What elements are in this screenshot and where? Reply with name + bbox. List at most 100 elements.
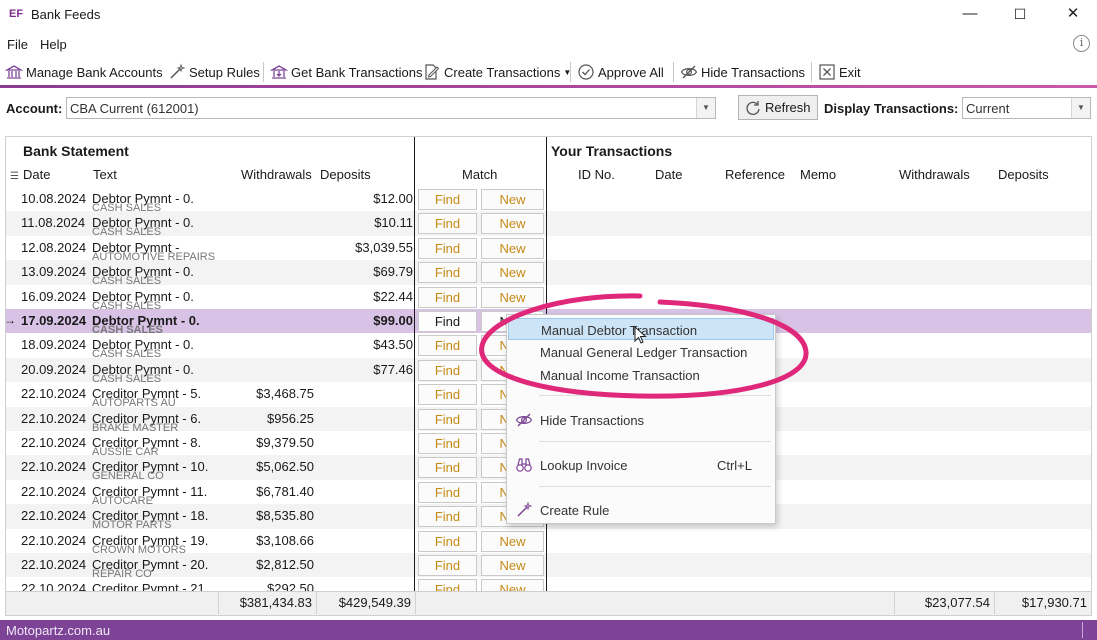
table-row[interactable]: 22.10.2024 Creditor Pymnt - 20. REPAIR CO $… [6,553,1091,580]
find-button[interactable]: Find [418,286,477,308]
toolbar-separator [673,62,674,82]
table-row[interactable]: 10.08.2024 Debtor Pymnt - 0. CASH SALES $12… [6,187,1091,214]
menu-item-label: Create Rule [540,503,610,518]
column-chooser-icon[interactable]: ☰ [10,171,19,182]
display-transactions-select[interactable]: Current ▼ [962,97,1091,119]
menu-item-label: Manual Income Transaction [540,368,700,383]
section-divider [414,137,415,591]
toolbar-separator [570,62,571,82]
find-button[interactable]: Find [418,457,477,479]
hide-transactions-label: Hide Transactions [701,64,806,80]
cell-withdrawals: $3,468.75 [256,386,314,402]
cell-deposits: $99.00 [373,313,413,328]
display-transactions-label: Display Transactions: [824,101,959,116]
approve-all-button[interactable]: Approve All [577,61,664,83]
header-withdrawals[interactable]: Withdrawals [241,167,312,182]
table-row[interactable]: 22.10.2024 Creditor Pymnt - 19. CROWN MOTO… [6,529,1091,556]
cell-deposits: $43.50 [373,337,413,353]
header-your-date[interactable]: Date [655,167,682,182]
new-button[interactable]: New [481,555,544,576]
menu-help[interactable]: Help [40,37,67,52]
cell-withdrawals: $3,108.66 [256,532,314,548]
cell-date: 22.10.2024 [21,435,87,450]
new-button[interactable]: New [481,237,544,259]
cell-date: 16.09.2024 [21,288,87,304]
minimize-button[interactable]: — [947,2,993,28]
refresh-label: Refresh [765,100,811,115]
header-memo[interactable]: Memo [800,167,836,182]
find-button[interactable]: Find [418,335,477,357]
new-button[interactable]: New [481,213,544,235]
close-box-icon [819,64,835,80]
cell-date: 12.08.2024 [21,239,87,255]
table-row[interactable]: 11.08.2024 Debtor Pymnt - 0. CASH SALES $10… [6,211,1091,238]
menu-create-rule[interactable]: Create Rule [508,499,774,521]
find-button[interactable]: Find [418,555,477,576]
find-button[interactable]: Find [418,506,477,528]
table-row[interactable]: 13.09.2024 Debtor Pymnt - 0. CASH SALES $69… [6,260,1091,287]
check-circle-icon [578,64,594,80]
close-button[interactable]: ✕ [1050,2,1096,28]
find-button[interactable]: Find [418,213,477,235]
menu-file[interactable]: File [7,37,28,52]
new-button[interactable]: New [481,286,544,308]
table-row[interactable]: 16.09.2024 Debtor Pymnt - 0. CASH SALES $22… [6,285,1091,312]
chevron-down-icon[interactable]: ▼ [1071,98,1090,118]
refresh-button[interactable]: Refresh [738,95,818,120]
header-deposits[interactable]: Deposits [320,167,371,182]
find-button[interactable]: Find [418,481,477,503]
binoculars-icon [516,458,532,472]
menu-manual-income-transaction[interactable]: Manual Income Transaction [508,364,774,386]
find-button[interactable]: Find [418,359,477,381]
maximize-button[interactable]: ☐ [997,2,1043,28]
header-id-no[interactable]: ID No. [578,167,615,182]
menu-item-label: Manual General Ledger Transaction [540,345,748,360]
get-bank-transactions-label: Get Bank Transactions [291,64,423,80]
header-date[interactable]: Date [23,167,50,182]
cell-withdrawals: $8,535.80 [256,508,314,524]
get-bank-transactions-button[interactable]: Get Bank Transactions [270,61,423,83]
menu-item-label: Manual Debtor Transaction [541,323,698,338]
cell-date: 22.10.2024 [21,459,87,475]
find-button[interactable]: Find [418,530,477,552]
menu-manual-general-ledger-transaction[interactable]: Manual General Ledger Transaction [508,341,774,363]
info-icon[interactable]: i [1073,35,1090,52]
cell-date: 17.09.2024 [21,313,87,328]
new-button[interactable]: New [481,530,544,552]
find-button[interactable]: Find [418,408,477,430]
find-button[interactable]: Find [418,433,477,454]
table-row[interactable]: 12.08.2024 Debtor Pymnt - AUTOMOTIVE REPAI… [6,236,1091,263]
find-button[interactable]: Find [418,262,477,284]
cell-date: 13.09.2024 [21,264,87,280]
new-button[interactable]: New [481,189,544,210]
manage-bank-accounts-button[interactable]: Manage Bank Accounts [5,61,163,83]
resize-grip[interactable] [1082,622,1083,638]
eye-hidden-icon [680,65,698,79]
menu-lookup-invoice[interactable]: Lookup Invoice Ctrl+L [508,454,774,476]
find-button[interactable]: Find [418,189,477,210]
account-select[interactable]: CBA Current (612001) ▼ [66,97,716,119]
header-your-deposits[interactable]: Deposits [998,167,1049,182]
header-text[interactable]: Text [93,167,117,182]
cell-withdrawals: $2,812.50 [256,557,314,572]
new-button[interactable]: New [481,262,544,284]
mouse-cursor-icon [634,326,647,344]
header-your-withdrawals[interactable]: Withdrawals [899,167,970,182]
cell-withdrawals: $6,781.40 [256,483,314,499]
menu-hide-transactions[interactable]: Hide Transactions [508,409,774,431]
account-value: CBA Current (612001) [70,101,199,116]
create-transactions-button[interactable]: Create Transactions ▼ [423,61,571,83]
header-reference[interactable]: Reference [725,167,785,182]
bank-download-icon [270,65,288,79]
setup-rules-button[interactable]: Setup Rules [168,61,260,83]
find-button[interactable]: Find [418,237,477,259]
status-text: Motopartz.com.au [6,623,111,638]
find-button[interactable]: Find [418,311,477,332]
cell-withdrawals: $956.25 [267,410,314,426]
find-button[interactable]: Find [418,384,477,406]
cell-date: 18.09.2024 [21,337,87,353]
chevron-down-icon[interactable]: ▼ [696,98,715,118]
exit-button[interactable]: Exit [818,61,861,83]
hide-transactions-button[interactable]: Hide Transactions [680,61,805,83]
app-logo: EF [9,8,24,20]
